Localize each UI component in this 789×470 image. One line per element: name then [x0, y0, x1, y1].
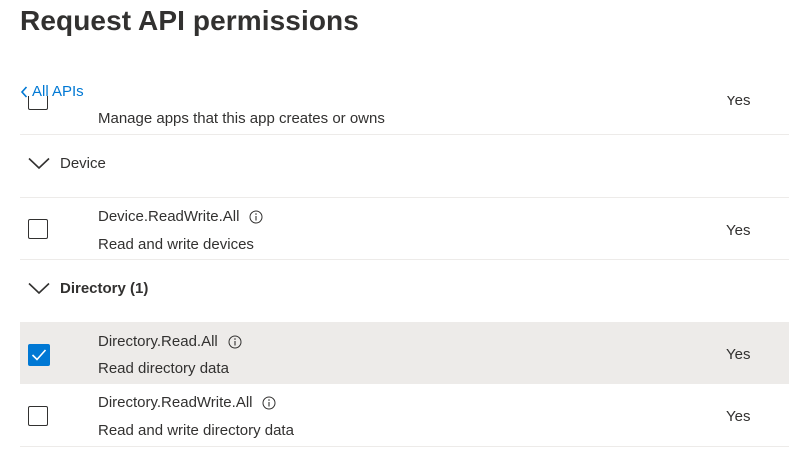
checkmark-icon — [31, 349, 47, 361]
group-header-device[interactable]: Device — [28, 155, 106, 172]
chevron-down-icon — [28, 282, 50, 295]
group-name: Directory (1) — [60, 280, 149, 297]
admin-consent-value: Yes — [726, 96, 751, 109]
chevron-down-icon — [28, 157, 50, 170]
permission-checkbox[interactable] — [28, 96, 48, 110]
info-icon[interactable] — [228, 335, 242, 349]
group-header-row-directory[interactable]: Directory (1) — [20, 260, 789, 323]
request-api-permissions-panel: Request API permissions All APIs Manage … — [0, 0, 789, 470]
permissions-list[interactable]: Manage apps that this app creates or own… — [20, 96, 789, 470]
admin-consent-value: Yes — [726, 408, 751, 425]
admin-consent-value: Yes — [726, 222, 751, 239]
page-title: Request API permissions — [20, 5, 359, 36]
permission-name: Device.ReadWrite.All — [98, 208, 263, 225]
permission-checkbox[interactable] — [28, 344, 50, 366]
permission-description: Read directory data — [98, 360, 229, 377]
permission-row-partial: Manage apps that this app creates or own… — [20, 96, 789, 135]
info-icon[interactable] — [249, 210, 263, 224]
permission-row[interactable]: Directory.Read.All Read directory data Y… — [20, 323, 789, 384]
permission-row[interactable]: Directory.ReadWrite.All Read and write d… — [20, 384, 789, 447]
permission-checkbox[interactable] — [28, 219, 48, 239]
permission-name-text: Device.ReadWrite.All — [98, 208, 240, 225]
permission-checkbox[interactable] — [28, 406, 48, 426]
permission-row[interactable]: Device.ReadWrite.All Read and write devi… — [20, 198, 789, 260]
group-header-directory[interactable]: Directory (1) — [28, 280, 148, 297]
permission-name: Directory.ReadWrite.All — [98, 394, 276, 411]
group-name: Device — [60, 155, 106, 172]
permission-name-text: Directory.ReadWrite.All — [98, 394, 253, 411]
group-header-row-device[interactable]: Device — [20, 135, 789, 198]
permission-description: Manage apps that this app creates or own… — [98, 110, 385, 127]
permission-description: Read and write directory data — [98, 422, 294, 439]
info-icon[interactable] — [262, 396, 276, 410]
permission-description: Read and write devices — [98, 236, 254, 253]
admin-consent-value: Yes — [726, 346, 751, 363]
permission-name-text: Directory.Read.All — [98, 333, 218, 350]
permission-name: Directory.Read.All — [98, 333, 242, 350]
